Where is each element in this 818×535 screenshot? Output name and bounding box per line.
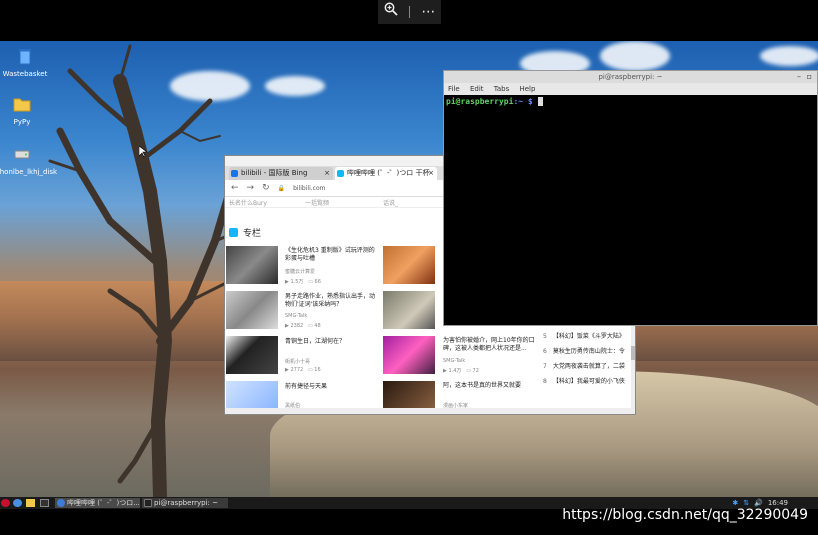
article-title[interactable]: 男子走路作业，熟悉指认出手，动物们'证词'该采纳吗？ bbox=[285, 293, 380, 309]
more-icon[interactable]: ⋯ bbox=[421, 0, 435, 24]
bilibili-favicon-icon bbox=[337, 170, 344, 177]
article-title[interactable]: 青铜生日，江湖何在？ bbox=[285, 338, 380, 346]
article-stats: ▶ 2772 ▭ 16 bbox=[285, 367, 321, 373]
side-article-title[interactable]: 阿，这本书是真的世界又就要 bbox=[443, 382, 543, 390]
comment-icon: ▭ bbox=[307, 323, 313, 329]
article-stats: ▶ 2382 ▭ 48 bbox=[285, 323, 321, 329]
article-thumbnail[interactable] bbox=[226, 246, 278, 284]
watermark-url: https://blog.csdn.net/qq_32290049 bbox=[562, 507, 808, 523]
trash-icon bbox=[19, 49, 31, 65]
article-thumbnail[interactable] bbox=[383, 291, 435, 329]
image-viewer-toolbar: ⋯ bbox=[378, 0, 441, 24]
article-thumbnail[interactable] bbox=[383, 336, 435, 374]
article-thumbnail[interactable] bbox=[226, 291, 278, 329]
prompt-path: :~ $ bbox=[513, 97, 533, 106]
article-thumbnail[interactable] bbox=[226, 336, 278, 374]
prompt-user: pi@raspberrypi bbox=[446, 97, 514, 106]
article-author[interactable]: 蜜糖云计算爱 bbox=[285, 268, 315, 275]
forward-icon[interactable]: → bbox=[247, 183, 255, 193]
article-title[interactable]: 前有捷径与天果 bbox=[285, 383, 380, 391]
browser-app-icon bbox=[57, 499, 65, 507]
system-tray: ✱ ⇅ 🔊 16:49 bbox=[732, 499, 788, 507]
menu-edit[interactable]: Edit bbox=[470, 85, 484, 93]
side-article-author[interactable]: SMG-Talk bbox=[443, 358, 465, 364]
lock-icon: 🔒 bbox=[277, 184, 286, 192]
clock[interactable]: 16:49 bbox=[768, 499, 788, 507]
browser-launcher-icon[interactable] bbox=[13, 499, 22, 507]
tab-label: bilibili - 国际版 Bing bbox=[241, 169, 308, 177]
folder-icon bbox=[13, 98, 31, 112]
menu-help[interactable]: Help bbox=[519, 85, 535, 93]
article-title[interactable]: 《生化危机3 重制版》试玩评测的彩蛋与吐槽 bbox=[285, 247, 380, 263]
tab-label: 哔哩哔哩 (゜-゜)つロ 干杯 bbox=[347, 169, 430, 177]
toolbar-divider bbox=[408, 6, 410, 18]
article-thumbnail[interactable] bbox=[226, 381, 278, 411]
column-icon bbox=[229, 228, 238, 237]
article-thumbnail[interactable] bbox=[383, 381, 435, 411]
bluetooth-icon[interactable]: ✱ bbox=[732, 499, 738, 507]
taskbar-button-terminal[interactable]: pi@raspberrypi: ~ bbox=[142, 498, 228, 508]
terminal-menu-bar: File Edit Tabs Help bbox=[444, 83, 817, 95]
menu-file[interactable]: File bbox=[448, 85, 460, 93]
article-stats: ▶ 1.5万 ▭ 66 bbox=[285, 279, 321, 285]
reload-icon[interactable]: ↻ bbox=[262, 183, 270, 193]
bookmark-item[interactable]: 话说_ bbox=[383, 198, 398, 207]
comment-icon: ▭ bbox=[466, 368, 471, 374]
article-author[interactable]: 街机小十哥 bbox=[285, 358, 310, 365]
bookmark-item[interactable]: 一括覧频 bbox=[305, 198, 329, 207]
tab-bilibili[interactable]: 哔哩哔哩 (゜-゜)つロ 干杯 × bbox=[335, 167, 437, 180]
ranking-item[interactable]: 8 【科幻】我最可爱的小飞侠 bbox=[543, 376, 635, 391]
article-thumbnail[interactable] bbox=[383, 246, 435, 284]
back-icon[interactable]: ← bbox=[231, 183, 239, 193]
terminal-output[interactable]: pi@raspberrypi:~ $ bbox=[444, 95, 817, 108]
comment-icon: ▭ bbox=[308, 279, 313, 285]
terminal-launcher-icon[interactable] bbox=[40, 499, 49, 507]
column-section-heading: 专栏 bbox=[229, 226, 261, 239]
article-author[interactable]: SMG-Talk bbox=[285, 313, 307, 319]
network-icon[interactable]: ⇅ bbox=[743, 499, 749, 507]
scrollbar-thumb[interactable] bbox=[631, 346, 635, 360]
desktop-icon-pypy[interactable]: PyPy bbox=[0, 95, 47, 126]
desktop-icon-wastebasket[interactable]: Wastebasket bbox=[0, 47, 50, 78]
close-tab-icon[interactable]: × bbox=[428, 167, 434, 180]
views-icon: ▶ bbox=[443, 368, 447, 374]
menu-tabs[interactable]: Tabs bbox=[494, 85, 510, 93]
minimize-icon[interactable]: – bbox=[797, 71, 801, 83]
desktop-icon-label: PyPy bbox=[13, 118, 31, 126]
zoom-in-icon[interactable] bbox=[384, 0, 398, 24]
views-icon: ▶ bbox=[285, 323, 289, 329]
terminal-app-icon bbox=[144, 499, 152, 507]
volume-icon[interactable]: 🔊 bbox=[754, 499, 763, 507]
tab-bing[interactable]: bilibili - 国际版 Bing × bbox=[229, 167, 333, 180]
vertical-scrollbar[interactable] bbox=[631, 326, 635, 414]
ranking-list: 5 【科幻】饭菜《斗罗大陆》 6 莫秋生历勇传南山院士：令 7 大党两夜袭击就算了，二… bbox=[543, 331, 635, 391]
desktop-icon-label: Wastebasket bbox=[2, 70, 48, 78]
mouse-cursor-icon bbox=[139, 146, 147, 158]
views-icon: ▶ bbox=[285, 367, 289, 373]
terminal-title-bar[interactable]: pi@raspberrypi: ~ – ▫ bbox=[444, 71, 817, 83]
close-tab-icon[interactable]: × bbox=[324, 167, 330, 180]
taskbar-button-browser[interactable]: 哔哩哔哩 (゜-゜)つロ... bbox=[55, 498, 140, 508]
views-icon: ▶ bbox=[285, 279, 289, 285]
desktop-icon-drive[interactable]: thonlbe_lkhj_disk bbox=[0, 145, 58, 176]
drive-icon bbox=[14, 150, 30, 159]
horizontal-scrollbar[interactable] bbox=[225, 408, 635, 414]
side-article-stats: ▶ 1.4万 ▭ 72 bbox=[443, 368, 479, 374]
file-manager-icon[interactable] bbox=[26, 499, 35, 507]
bing-favicon-icon bbox=[231, 170, 238, 177]
ranking-item[interactable]: 6 莫秋生历勇传南山院士：令 bbox=[543, 346, 635, 361]
url-bar[interactable]: bilibili.com bbox=[293, 185, 325, 192]
side-article-title[interactable]: 为害怕你被婚介，网上10年你的口碑，这被人类都把人状况还是... bbox=[443, 337, 543, 353]
terminal-window[interactable]: pi@raspberrypi: ~ – ▫ File Edit Tabs Hel… bbox=[443, 70, 818, 326]
bookmark-item[interactable]: 长名什么Bury bbox=[229, 198, 267, 207]
comment-icon: ▭ bbox=[307, 367, 313, 373]
desktop-icon-label: thonlbe_lkhj_disk bbox=[0, 168, 58, 176]
maximize-icon[interactable]: ▫ bbox=[807, 71, 812, 83]
text-cursor bbox=[537, 97, 543, 106]
ranking-item[interactable]: 7 大党两夜袭击就算了，二袋 bbox=[543, 361, 635, 376]
raspberry-menu-icon[interactable] bbox=[1, 499, 10, 507]
ranking-item[interactable]: 5 【科幻】饭菜《斗罗大陆》 bbox=[543, 331, 635, 346]
